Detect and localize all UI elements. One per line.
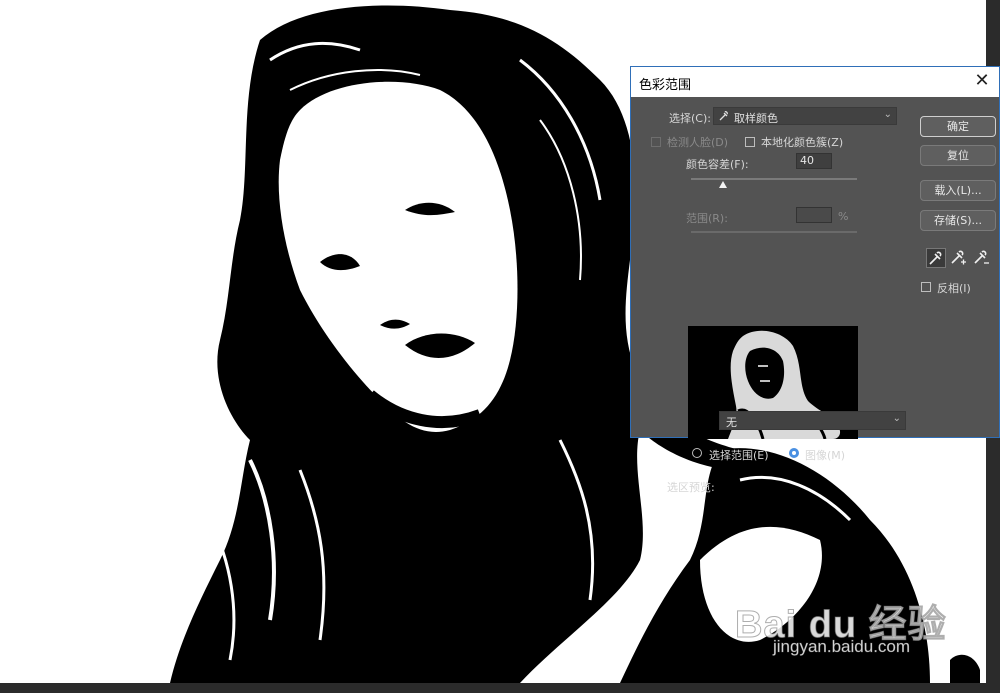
selection-preview-value: 无 <box>726 416 737 429</box>
range-unit: % <box>838 210 849 223</box>
eyedropper-icon <box>719 111 728 121</box>
chevron-down-icon: ⌄ <box>892 413 901 424</box>
eyedropper-minus-icon <box>974 250 989 264</box>
image-view-label: 图像(M) <box>805 449 846 462</box>
reset-button[interactable]: 复位 <box>920 145 996 166</box>
detect-faces-label: 检测人脸(D) <box>667 136 729 149</box>
select-label: 选择(C): <box>669 112 711 125</box>
eyedropper-tool-button[interactable] <box>926 248 946 268</box>
subtract-from-sample-tool-button[interactable] <box>972 248 992 268</box>
select-dropdown[interactable]: 取样颜色 ⌄ <box>713 107 897 125</box>
fuzziness-input[interactable]: 40 <box>796 153 832 169</box>
localized-clusters-checkbox[interactable] <box>745 137 755 147</box>
detect-faces-checkbox[interactable] <box>651 137 661 147</box>
chevron-down-icon: ⌄ <box>883 109 892 120</box>
save-button[interactable]: 存储(S)... <box>920 210 996 231</box>
ok-button[interactable]: 确定 <box>920 116 996 137</box>
fuzziness-label: 颜色容差(F): <box>686 158 749 171</box>
load-button[interactable]: 载入(L)... <box>920 180 996 201</box>
localized-clusters-label: 本地化颜色簇(Z) <box>761 136 844 149</box>
add-to-sample-tool-button[interactable] <box>949 248 969 268</box>
workspace-bottom-edge <box>0 683 1000 693</box>
range-input[interactable] <box>796 207 832 223</box>
image-view-radio[interactable] <box>789 448 799 458</box>
eyedropper-plus-icon <box>951 250 966 265</box>
range-slider-track[interactable] <box>691 231 857 233</box>
baidu-jingyan-watermark: Bai du 经验 jingyan.baidu.com <box>735 593 950 659</box>
dialog-title: 色彩范围 <box>639 78 692 93</box>
watermark-url-text: jingyan.baidu.com <box>773 637 911 657</box>
invert-checkbox[interactable] <box>921 282 931 292</box>
fuzziness-slider-thumb[interactable] <box>719 181 727 188</box>
selection-preview-label: 选区预览: <box>667 481 715 494</box>
invert-label: 反相(I) <box>937 282 971 295</box>
dialog-titlebar[interactable]: 色彩范围 ✕ <box>631 67 999 97</box>
selection-view-label: 选择范围(E) <box>709 449 769 462</box>
color-range-dialog: 色彩范围 ✕ 选择(C): 取样颜色 ⌄ 检测人脸(D) 本地化颜色簇(Z) 颜… <box>630 66 1000 494</box>
selection-preview-dropdown[interactable]: 无 ⌄ <box>719 411 906 430</box>
range-label: 范围(R): <box>686 212 728 225</box>
select-value: 取样颜色 <box>734 112 778 125</box>
close-icon[interactable]: ✕ <box>971 70 993 92</box>
eyedropper-icon <box>929 251 942 265</box>
selection-view-radio[interactable] <box>692 448 702 458</box>
fuzziness-slider-track[interactable] <box>691 178 857 180</box>
